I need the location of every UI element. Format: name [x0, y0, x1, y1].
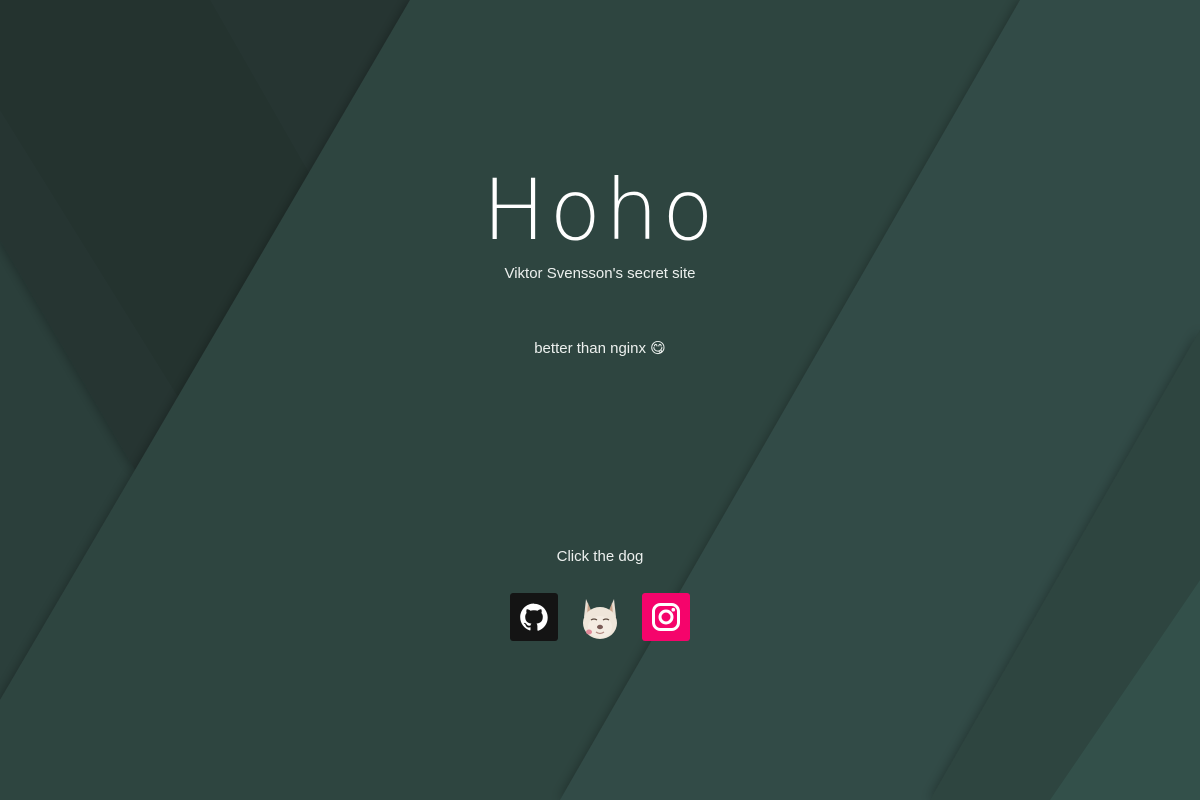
main-content: Hoho Viktor Svensson's secret site bette… [0, 0, 1200, 800]
instagram-link[interactable] [642, 593, 690, 641]
github-icon [520, 603, 548, 631]
social-links [510, 593, 690, 641]
dog-link[interactable] [576, 593, 624, 641]
page-title: Hoho [482, 161, 718, 259]
click-the-dog-text: Click the dog [556, 548, 644, 565]
tagline: better than nginx 😋 [534, 340, 666, 357]
instagram-icon [652, 603, 680, 631]
dog-icon [583, 599, 617, 639]
page-subtitle: Viktor Svensson's secret site [504, 265, 696, 282]
github-link[interactable] [510, 593, 558, 641]
